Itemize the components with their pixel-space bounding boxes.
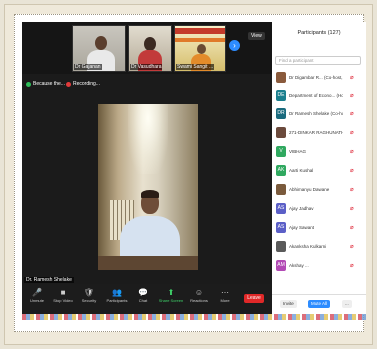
participant-row[interactable]: AK Aarti Kushal ⌀	[276, 165, 364, 177]
participants-title: Participants (127)	[297, 30, 341, 36]
avatar	[276, 72, 286, 83]
microphone-icon: 🎤	[32, 288, 42, 297]
next-page-icon[interactable]: ›	[229, 40, 240, 51]
mic-muted-icon: ⌀	[350, 149, 354, 155]
reactions-button[interactable]: ☺ Reactions	[186, 288, 212, 304]
mic-muted-icon: ⌀	[350, 187, 354, 193]
participant-thumbnail-2[interactable]: Dr Vasudhara	[128, 25, 172, 72]
avatar	[276, 127, 286, 138]
participant-row[interactable]: AM Akshay ... ⌀	[276, 260, 364, 272]
decorative-border	[22, 314, 366, 320]
view-button[interactable]: View	[248, 32, 265, 40]
active-speaker-video	[98, 104, 198, 270]
shield-icon: 🛡	[83, 288, 95, 297]
avatar: AK	[276, 165, 286, 176]
zoom-meeting-window: Dr Gajanan Dr Vasudhara Swami Sangit ...…	[22, 22, 366, 314]
participants-panel: Participants (127) Find a participant Dr…	[272, 22, 366, 314]
meeting-toolbar: 🎤 Unmute ■ Stop Video 🛡 Security 👥 Parti…	[22, 284, 272, 314]
mic-muted-icon: ⌀	[350, 168, 354, 174]
mic-muted-icon: ⌀	[350, 130, 354, 136]
smile-icon: ☺	[194, 288, 204, 297]
recording-indicator[interactable]: Recording...	[66, 81, 100, 87]
avatar	[276, 241, 286, 252]
chat-icon: 💬	[138, 288, 148, 297]
thumbnail-name: Dr Vasudhara	[130, 64, 163, 70]
record-icon	[66, 81, 71, 87]
stop-video-button[interactable]: ■ Stop Video	[50, 288, 76, 304]
participant-row[interactable]: DE Department of Econo... (Host) ⌀	[276, 90, 364, 102]
shield-icon	[26, 81, 31, 87]
avatar: DE	[276, 90, 286, 101]
thumbnail-name: Dr Gajanan	[74, 64, 102, 70]
camera-icon: ■	[60, 288, 66, 297]
mute-all-button[interactable]: Mute All	[308, 300, 331, 308]
participant-row[interactable]: Abhimanyu Dawane ⌀	[276, 184, 364, 196]
leave-button[interactable]: Leave	[244, 294, 264, 303]
mic-muted-icon: ⌀	[350, 206, 354, 212]
share-icon: ⬆	[167, 288, 175, 297]
participants-footer: Invite Mute All ...	[272, 294, 366, 314]
avatar: AM	[276, 260, 286, 271]
participants-button[interactable]: 👥 Participants	[104, 288, 130, 304]
thumbnail-name: Swami Sangit ...	[176, 64, 215, 70]
more-options-button[interactable]: ...	[342, 300, 352, 308]
security-button[interactable]: 🛡 Security	[76, 288, 102, 304]
mic-muted-icon: ⌀	[350, 93, 354, 99]
avatar: AS	[276, 203, 286, 214]
security-indicator[interactable]: Because the...	[26, 81, 65, 87]
speaker-name-tag: Dr. Ramesh Shelake	[24, 277, 74, 283]
mic-muted-icon: ⌀	[350, 263, 354, 269]
participant-row[interactable]: V VIBHAG ⌀	[276, 146, 364, 158]
mic-muted-icon: ⌀	[350, 225, 354, 231]
video-thumbnail-strip: Dr Gajanan Dr Vasudhara Swami Sangit ...…	[22, 22, 272, 74]
participant-row[interactable]: Dr Digambar R... (Co-host, me) ⌀	[276, 72, 364, 84]
avatar	[276, 184, 286, 195]
more-icon: ⋯	[221, 288, 229, 297]
mic-muted-icon: ⌀	[350, 244, 354, 250]
participant-thumbnail-1[interactable]: Dr Gajanan	[72, 25, 126, 72]
avatar: AS	[276, 222, 286, 233]
avatar: V	[276, 146, 286, 157]
participant-thumbnail-3[interactable]: Swami Sangit ...	[174, 25, 226, 72]
people-icon: 👥	[112, 288, 122, 297]
participant-search-input[interactable]: Find a participant	[275, 56, 361, 65]
share-screen-button[interactable]: ⬆ Share Screen	[158, 288, 184, 304]
more-button[interactable]: ⋯ More	[212, 288, 238, 304]
participant-row[interactable]: AS Ajay Sawant ⌀	[276, 222, 364, 234]
chat-button[interactable]: 💬 Chat	[130, 288, 156, 304]
unmute-button[interactable]: 🎤 Unmute	[24, 288, 50, 304]
participant-row[interactable]: Akanksha Kulkarni ⌀	[276, 241, 364, 253]
invite-button[interactable]: Invite	[280, 300, 297, 308]
participant-row[interactable]: DR Dr Ramesh Shelake (Co-host) ⌀	[276, 108, 364, 120]
mic-muted-icon: ⌀	[350, 75, 354, 81]
mic-muted-icon: ⌀	[350, 111, 354, 117]
avatar: DR	[276, 108, 286, 119]
participant-row[interactable]: AS Ajay Jadhav ⌀	[276, 203, 364, 215]
participant-row[interactable]: 271-DINKAR RAGHUNATH ⌀	[276, 127, 364, 139]
